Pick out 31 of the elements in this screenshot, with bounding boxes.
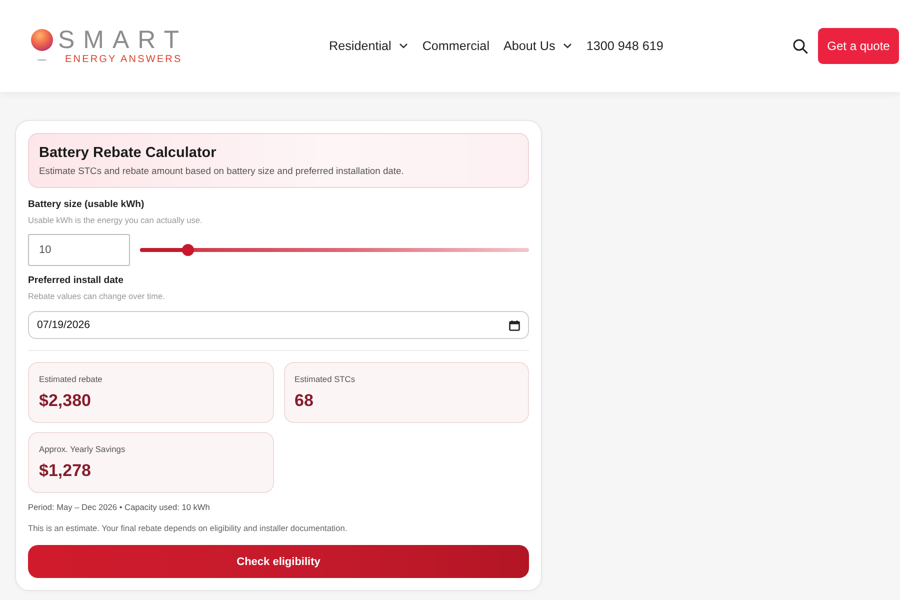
result-label: Estimated STCs [294,374,356,385]
get-quote-button[interactable]: Get a quote [818,28,899,64]
disclaimer-text: This is an estimate. Your final rebate depends on eligibility and installer documentation. [28,522,348,534]
field-hint: Usable kWh is the energy you can actually use. [28,214,204,226]
chevron-down-icon [563,43,572,49]
logo-tagline: ENERGY ANSWERS [65,54,184,65]
result-label: Estimated rebate [39,374,102,385]
chevron-down-icon [399,43,408,49]
calculator-subtitle: Estimate STCs and rebate amount based on battery size and preferred installation date. [39,165,405,177]
search-icon[interactable] [793,38,808,54]
check-eligibility-button[interactable]: Check eligibility [28,545,529,578]
date-field[interactable]: 07/19/2026 [28,311,529,339]
nav-link[interactable]: Residential [329,39,408,53]
field-label: Battery size (usable kWh) [28,198,146,211]
calculator-title: Battery Rebate Calculator [39,144,218,162]
field-label: Preferred install date [28,274,124,287]
slider-track[interactable] [140,243,529,257]
nav-link[interactable]: 1300 948 619 [586,39,664,53]
number-field[interactable]: 10 [28,234,130,266]
field-hint: Rebate values can change over time. [28,290,166,302]
calendar-icon[interactable] [509,320,520,330]
nav-link[interactable]: About Us [504,39,572,53]
slider-thumb[interactable] [182,244,194,256]
result-value: 68 [294,391,314,411]
logo-wordmark: SMART [58,27,188,53]
nav-link[interactable]: Commercial [422,39,490,53]
sphere-logo-icon [30,29,54,63]
result-value: $1,278 [39,461,91,481]
result-value: $2,380 [39,391,91,411]
period-note: Period: May – Dec 2026 • Capacity used: 10 kWh [28,501,211,513]
result-label: Approx. Yearly Savings [39,444,126,455]
